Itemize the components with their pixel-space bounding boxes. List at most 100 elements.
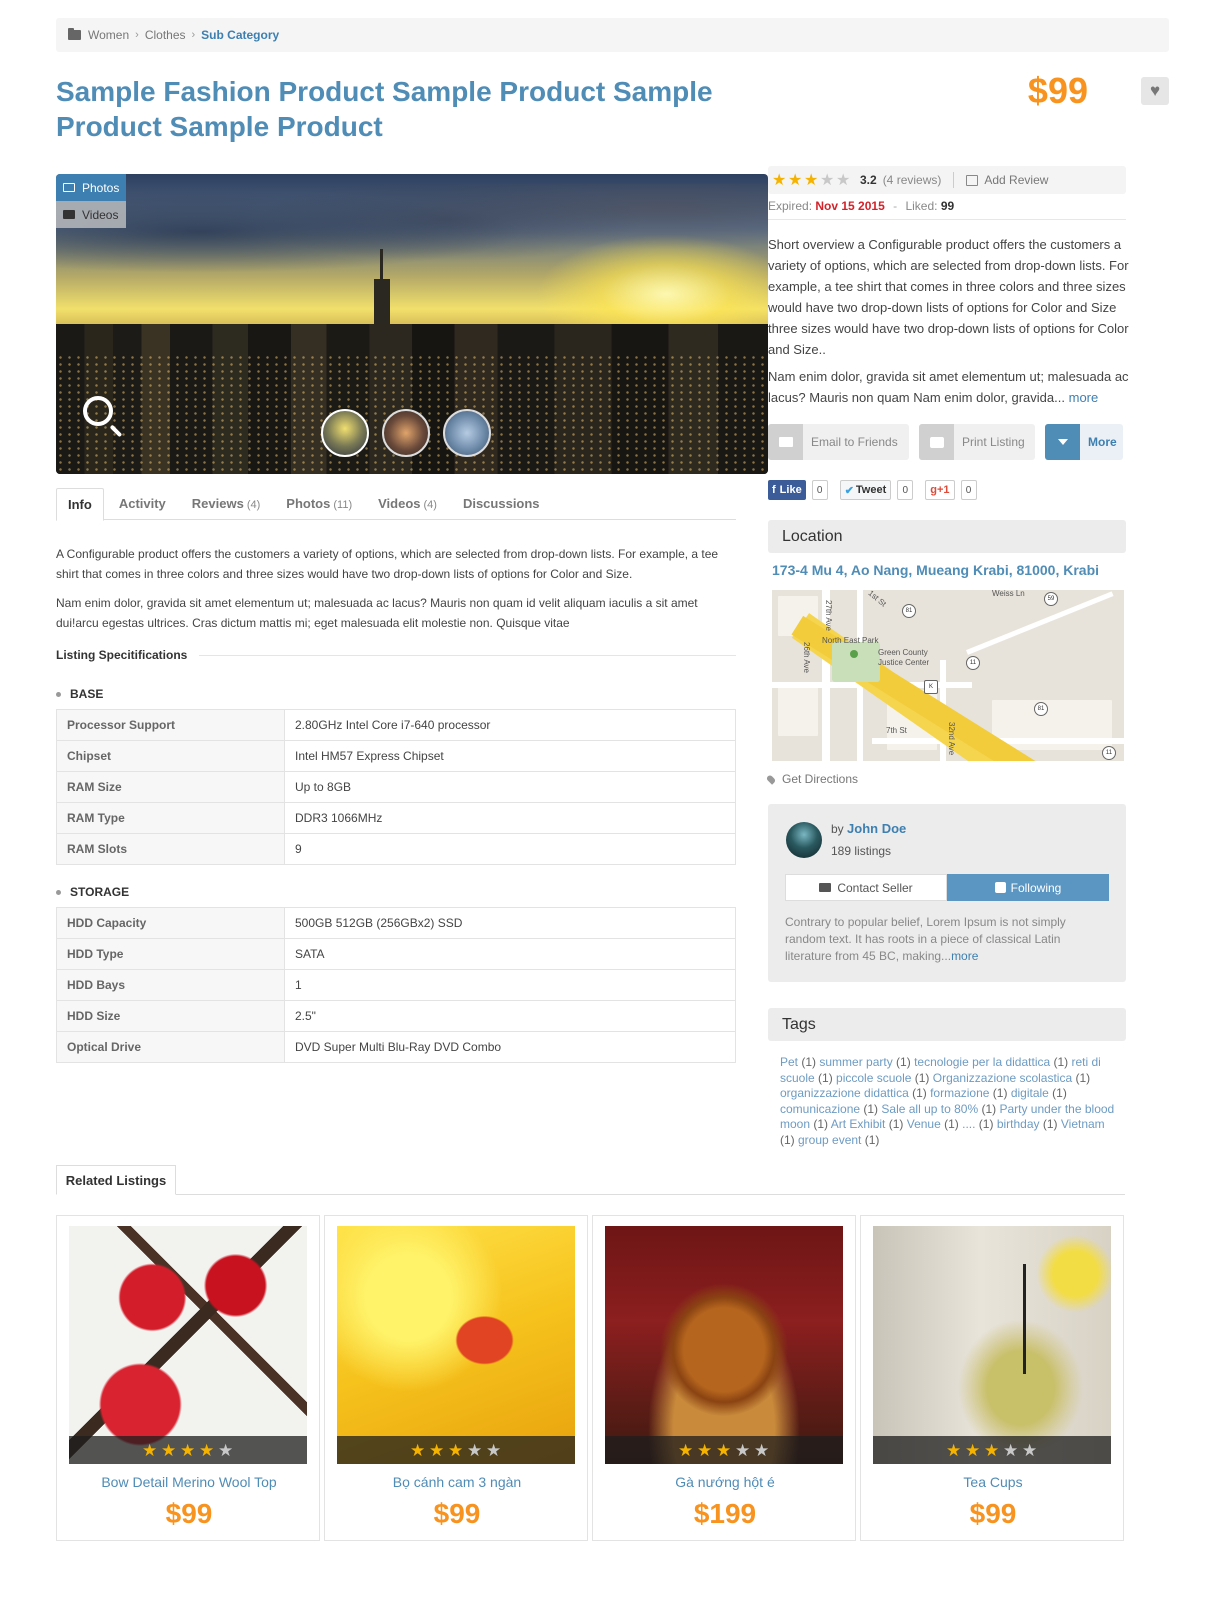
more-link[interactable]: more <box>1069 390 1099 405</box>
print-listing-button[interactable]: Print Listing <box>919 424 1035 460</box>
star-icon: ★ <box>448 1440 464 1460</box>
star-icon: ★ <box>946 1440 962 1460</box>
star-icon: ★ <box>716 1440 732 1460</box>
related-image[interactable]: ★ ★ ★ ★ ★ <box>873 1226 1111 1464</box>
seller-box: by John Doe 189 listings Contact Seller … <box>768 804 1126 982</box>
tag-link[interactable]: Venue <box>907 1117 941 1131</box>
star-icon: ★ <box>180 1440 196 1460</box>
tab-reviews[interactable]: Reviews (4) <box>181 488 272 520</box>
related-card[interactable]: ★ ★ ★ ★ ★ Bow Detail Merino Wool Top $99 <box>56 1215 320 1541</box>
product-tabs: Info Activity Reviews (4) Photos (11) Vide… <box>56 488 736 521</box>
star-icon: ★ <box>429 1440 445 1460</box>
facebook-like-button[interactable]: f Like <box>768 480 806 500</box>
related-image[interactable]: ★ ★ ★ ★ ★ <box>69 1226 307 1464</box>
spec-group-base: BASE <box>56 687 103 701</box>
tab-activity[interactable]: Activity <box>108 488 177 520</box>
tag-count: (1) <box>911 1070 933 1085</box>
google-plus-button[interactable]: g +1 <box>925 480 955 500</box>
related-image[interactable]: ★ ★ ★ ★ ★ <box>605 1226 843 1464</box>
tag-link[interactable]: Pet <box>780 1055 798 1069</box>
tag-link[interactable]: Sale all up to 80% <box>881 1102 978 1116</box>
share-count: 0 <box>811 480 828 500</box>
seller-name[interactable]: John Doe <box>847 821 906 836</box>
location-map[interactable]: North East Park Green County Justice Cen… <box>772 590 1124 761</box>
related-image[interactable]: ★ ★ ★ ★ ★ <box>337 1226 575 1464</box>
star-icon: ★ <box>678 1440 694 1460</box>
video-camera-icon <box>63 210 75 219</box>
review-count[interactable]: (4 reviews) <box>883 173 942 187</box>
spec-heading: Listing Specitifications <box>56 648 736 662</box>
tag-count: (1) <box>978 1101 1000 1116</box>
tag-count: (1) <box>908 1086 931 1100</box>
tag-link[interactable]: .... <box>962 1117 975 1131</box>
table-row: RAM Size Up to 8GB <box>56 771 736 803</box>
gallery-tab-videos[interactable]: Videos <box>56 201 126 228</box>
tab-videos[interactable]: Videos (4) <box>367 488 448 520</box>
more-button[interactable]: More <box>1045 424 1123 460</box>
highway-shield-icon: 81 <box>902 604 916 618</box>
related-listings-tab[interactable]: Related Listings <box>56 1165 176 1195</box>
location-address[interactable]: 173-4 Mu 4, Ao Nang, Mueang Krabi, 81000… <box>772 562 1130 578</box>
star-icon: ★ <box>804 171 819 189</box>
tag-link[interactable]: digitale <box>1011 1086 1049 1100</box>
gallery-thumbnail[interactable] <box>382 409 430 457</box>
tag-count: (1) <box>1039 1117 1061 1131</box>
email-friends-button[interactable]: Email to Friends <box>768 424 909 460</box>
tag-link[interactable]: Art Exhibit <box>831 1117 886 1131</box>
related-name[interactable]: Tea Cups <box>861 1474 1125 1490</box>
get-directions-link[interactable]: Get Directions <box>765 772 1126 786</box>
star-icon: ★ <box>218 1440 234 1460</box>
related-card[interactable]: ★ ★ ★ ★ ★ Gà nướng hột é $199 <box>592 1215 856 1541</box>
card-rating: ★ ★ ★ ★ ★ <box>873 1436 1111 1464</box>
tag-link[interactable]: Organizzazione scolastica <box>933 1071 1072 1085</box>
table-row: Chipset Intel HM57 Express Chipset <box>56 740 736 772</box>
related-name[interactable]: Bọ cánh cam 3 ngàn <box>325 1474 589 1490</box>
bullet-icon <box>56 889 61 895</box>
tag-link[interactable]: group event <box>798 1133 861 1147</box>
following-button[interactable]: Following <box>947 874 1109 901</box>
contact-seller-button[interactable]: Contact Seller <box>785 874 947 901</box>
social-share: f Like 0 ✔ Tweet 0 g +1 0 <box>768 480 1126 500</box>
table-row: HDD Type SATA <box>56 938 736 970</box>
tweet-button[interactable]: ✔ Tweet <box>839 480 892 500</box>
card-rating: ★ ★ ★ ★ ★ <box>605 1436 843 1464</box>
star-icon: ★ <box>142 1440 158 1460</box>
related-card[interactable]: ★ ★ ★ ★ ★ Tea Cups $99 <box>860 1215 1124 1541</box>
tag-link[interactable]: summer party <box>819 1055 892 1069</box>
tag-link[interactable]: tecnologie per la didattica <box>914 1055 1050 1069</box>
gallery-tab-photos[interactable]: Photos <box>56 174 126 201</box>
photo-icon <box>63 183 75 192</box>
seller-listings[interactable]: 189 listings <box>831 844 891 858</box>
favorite-button[interactable]: ♥ <box>1141 77 1169 105</box>
tag-count: (1) <box>1048 1086 1067 1100</box>
related-card[interactable]: ★ ★ ★ ★ ★ Bọ cánh cam 3 ngàn $99 <box>324 1215 588 1541</box>
tag-link[interactable]: formazione <box>930 1086 989 1100</box>
tag-count: (1) <box>975 1117 997 1131</box>
tag-link[interactable]: piccole scuole <box>836 1071 911 1085</box>
product-description: A Configurable product offers the custom… <box>56 544 736 642</box>
tab-photos[interactable]: Photos (11) <box>275 488 363 520</box>
tag-link[interactable]: Vietnam <box>1061 1117 1105 1131</box>
related-name[interactable]: Bow Detail Merino Wool Top <box>57 1474 321 1490</box>
breadcrumb-women[interactable]: Women <box>88 28 129 42</box>
more-link[interactable]: more <box>951 949 978 963</box>
avatar[interactable] <box>786 822 822 858</box>
tab-discussions[interactable]: Discussions <box>452 488 551 520</box>
tag-link[interactable]: comunicazione <box>780 1102 860 1116</box>
product-price: $99 <box>1027 70 1088 111</box>
breadcrumb-clothes[interactable]: Clothes <box>145 28 186 42</box>
tag-link[interactable]: organizzazione didattica <box>780 1086 909 1100</box>
zoom-search-icon[interactable] <box>83 396 113 426</box>
related-price: $99 <box>433 1498 481 1529</box>
product-gallery[interactable]: Photos Videos <box>56 174 768 474</box>
overview-paragraph: Nam enim dolor, gravida sit amet element… <box>768 369 1129 405</box>
short-overview: Short overview a Configurable product of… <box>768 234 1130 414</box>
tab-info[interactable]: Info <box>56 488 104 521</box>
tag-link[interactable]: birthday <box>997 1117 1040 1131</box>
gallery-thumbnail[interactable] <box>443 409 491 457</box>
related-name[interactable]: Gà nướng hột é <box>593 1474 857 1490</box>
share-count: 0 <box>897 480 914 500</box>
gallery-thumbnail[interactable] <box>321 409 369 457</box>
breadcrumb-current[interactable]: Sub Category <box>201 28 279 42</box>
add-review-link[interactable]: Add Review <box>984 173 1048 187</box>
